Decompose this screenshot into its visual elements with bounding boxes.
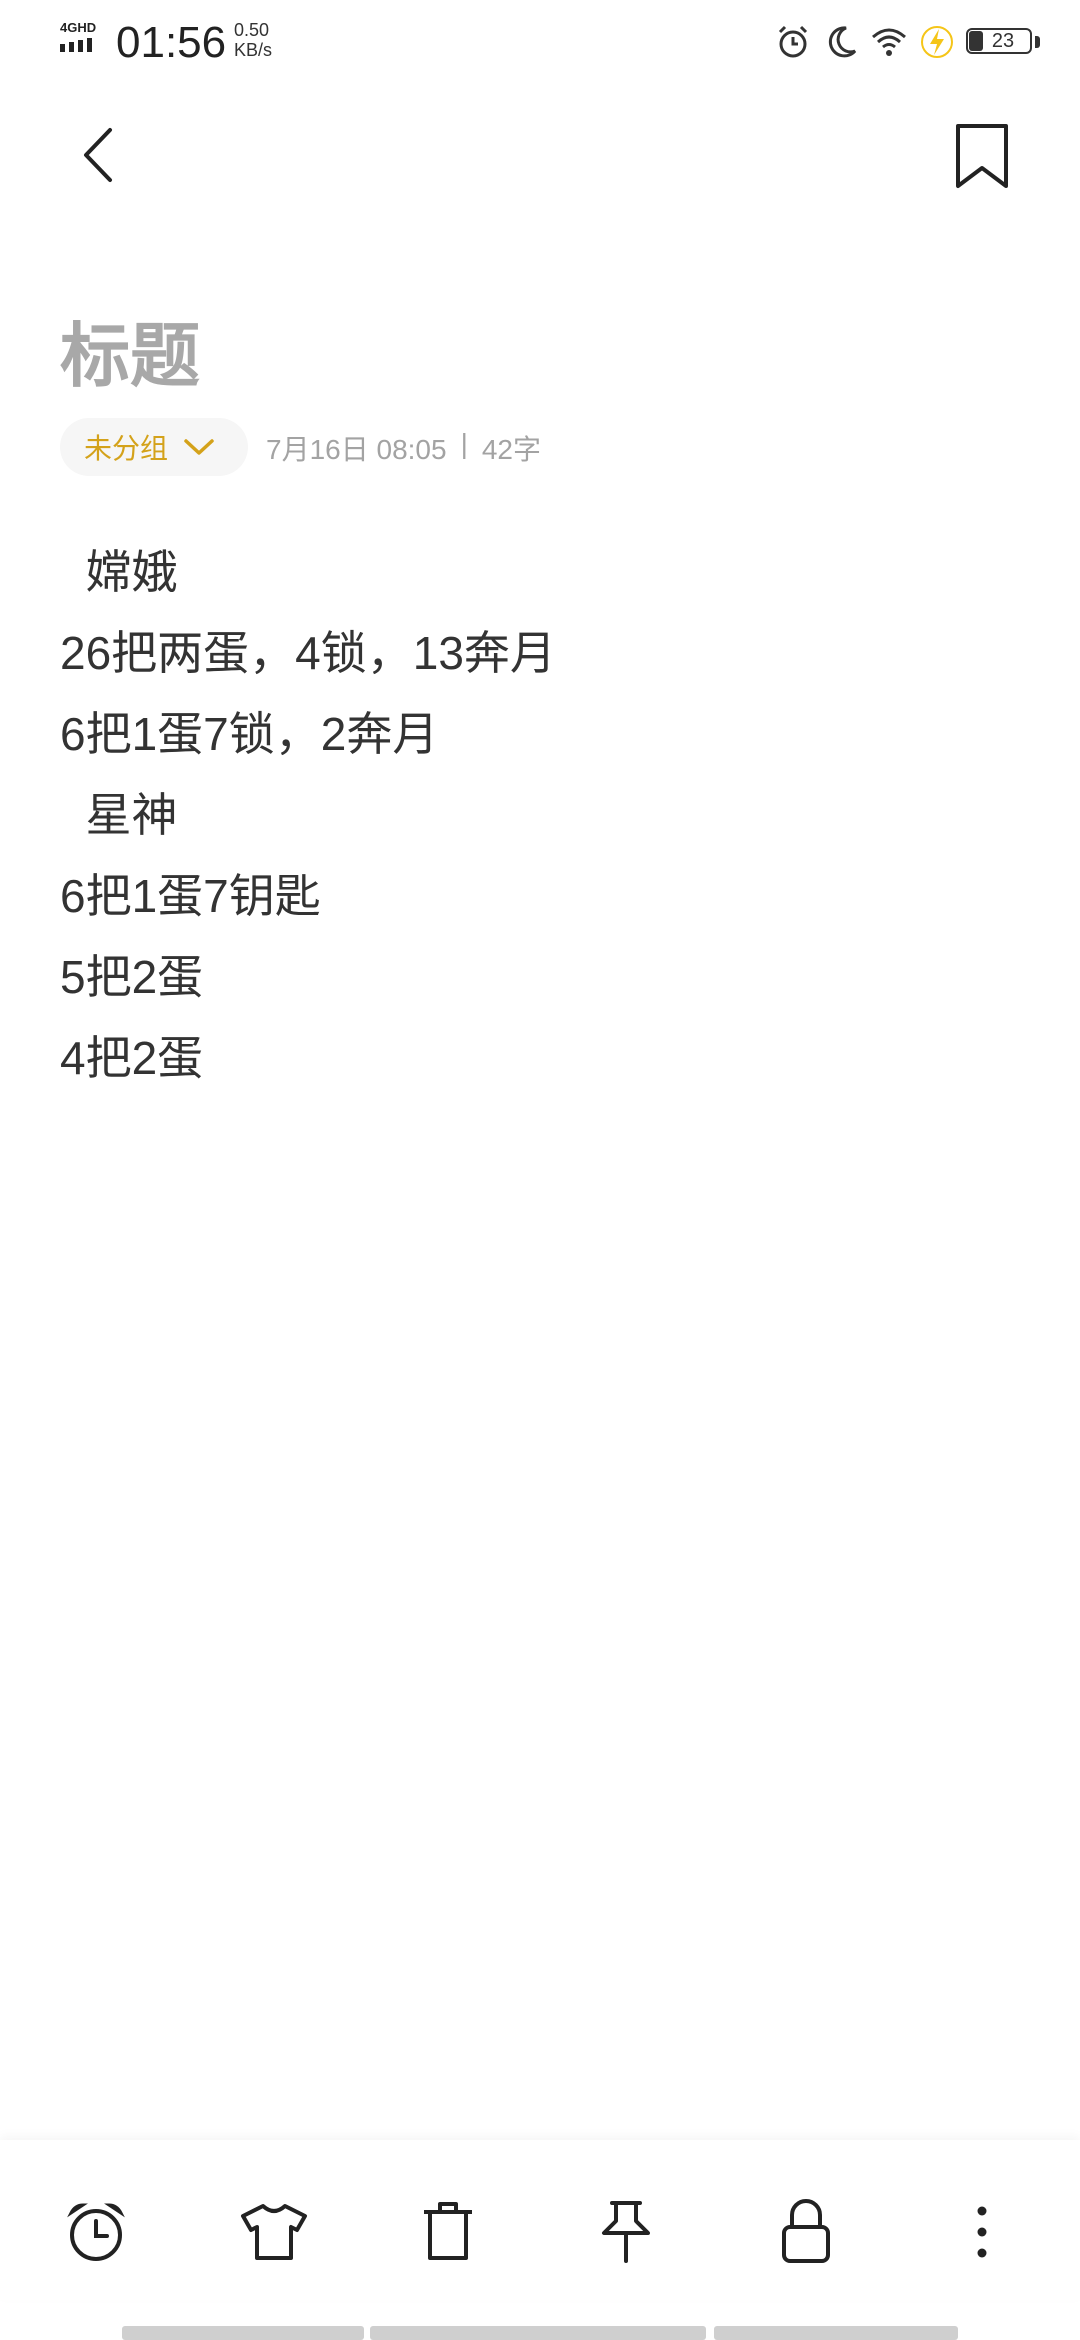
reminder-button[interactable] <box>58 2194 134 2270</box>
note-line[interactable]: 6把1蛋7锁，2奔月 <box>60 700 1020 781</box>
network-speed-unit: KB/s <box>234 40 273 60</box>
battery-icon: 23 <box>966 26 1040 58</box>
note-line[interactable]: 6把1蛋7钥匙 <box>60 862 1020 943</box>
lock-button[interactable] <box>768 2194 844 2270</box>
wifi-icon <box>872 28 906 56</box>
charging-icon <box>921 26 953 58</box>
chevron-left-icon <box>84 128 112 182</box>
pin-icon <box>602 2201 650 2263</box>
note-title-input[interactable]: 标题 <box>60 300 200 401</box>
note-line[interactable]: 星神 <box>60 781 1020 862</box>
note-line[interactable]: 26把两蛋，4锁，13奔月 <box>60 619 1020 700</box>
pin-button[interactable] <box>588 2194 664 2270</box>
network-speed-value: 0.50 <box>234 20 270 40</box>
delete-button[interactable] <box>410 2194 486 2270</box>
note-line[interactable]: 嫦娥 <box>60 538 1020 619</box>
alarm-icon <box>778 25 808 58</box>
status-time: 01:56 <box>116 18 227 67</box>
nav-hint-right[interactable] <box>714 2326 958 2340</box>
note-meta: 7月16日 08:05 | 42字 <box>266 428 541 468</box>
trash-icon <box>424 2202 472 2260</box>
back-button[interactable] <box>70 120 126 190</box>
shirt-icon <box>241 2204 307 2260</box>
status-bar: 4GHD 01:56 0.50 KB/s 23 <box>0 0 1080 84</box>
cellular-signal-icon: 4GHD <box>58 20 106 60</box>
alarm-clock-icon <box>67 2203 125 2261</box>
bookmark-button[interactable] <box>950 120 1014 192</box>
network-speed: 0.50 KB/s <box>234 20 272 60</box>
note-line[interactable]: 4把2蛋 <box>60 1024 1020 1105</box>
note-body[interactable]: 嫦娥 26把两蛋，4锁，13奔月 6把1蛋7锁，2奔月 星神 6把1蛋7钥匙 5… <box>60 538 1020 1105</box>
more-button[interactable] <box>944 2194 1020 2270</box>
moon-icon <box>828 26 857 58</box>
chevron-down-icon <box>184 439 214 455</box>
group-dropdown[interactable]: 未分组 <box>60 418 248 476</box>
battery-level: 23 <box>991 30 1015 52</box>
group-label: 未分组 <box>84 433 169 464</box>
lock-icon <box>782 2199 830 2263</box>
char-count: 42字 <box>481 434 542 465</box>
nav-hint-center[interactable] <box>370 2326 706 2340</box>
more-vertical-icon <box>977 2206 987 2258</box>
bottom-toolbar <box>0 2140 1080 2300</box>
nav-hint-left[interactable] <box>122 2326 364 2340</box>
network-type: 4GHD <box>60 20 97 35</box>
note-date: 7月16日 08:05 <box>266 434 447 465</box>
theme-button[interactable] <box>236 2194 312 2270</box>
bookmark-icon <box>956 124 1008 188</box>
note-line[interactable]: 5把2蛋 <box>60 943 1020 1024</box>
meta-separator: | <box>460 428 468 459</box>
